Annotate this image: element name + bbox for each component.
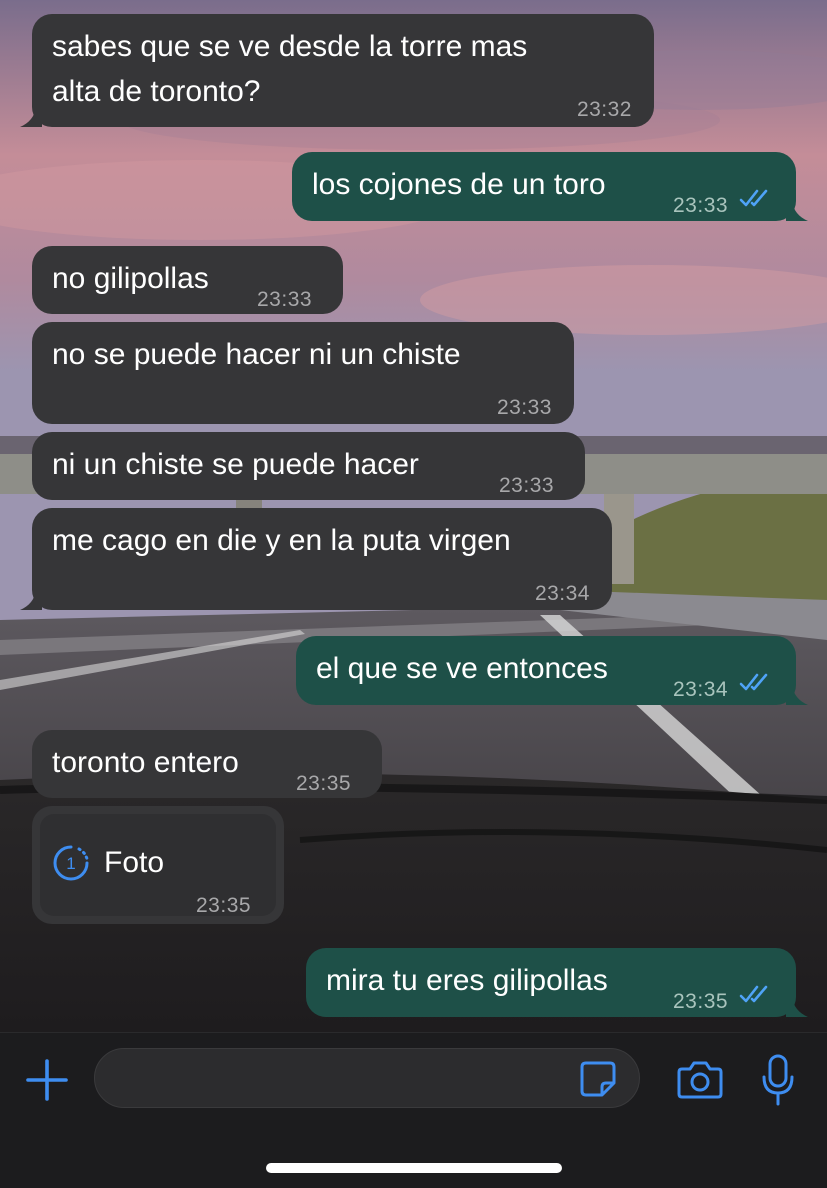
message-time: 23:33	[257, 288, 313, 311]
message-text: alta de toronto?	[52, 75, 261, 108]
view-once-badge: 1	[66, 854, 75, 873]
read-receipt-icon	[739, 985, 768, 1003]
message-text: los cojones de un toro	[312, 168, 606, 201]
message-text: sabes que se ve desde la torre mas	[52, 30, 528, 63]
message-time: 23:35	[196, 894, 252, 917]
message-text: toronto entero	[52, 746, 239, 779]
message-time: 23:33	[496, 396, 552, 419]
bubble-tail-icon	[20, 107, 42, 127]
message-input[interactable]	[94, 1048, 640, 1108]
view-once-icon: 1	[53, 845, 89, 881]
message-incoming[interactable]: me cago en die y en la puta virgen 23:34	[32, 508, 612, 610]
view-once-photo-card[interactable]: 1 Foto 23:35	[40, 814, 276, 917]
message-time: 23:33	[673, 194, 729, 217]
message-text: el que se ve entonces	[316, 652, 608, 685]
bubble-tail-icon	[786, 685, 808, 705]
message-incoming[interactable]: no gilipollas 23:33	[32, 246, 343, 314]
message-text: me cago en die y en la puta virgen	[52, 524, 511, 557]
message-incoming[interactable]: no se puede hacer ni un chiste 23:33	[32, 322, 574, 424]
message-time: 23:34	[673, 678, 729, 701]
message-time: 23:35	[673, 990, 729, 1013]
message-time: 23:34	[534, 582, 590, 605]
message-time: 23:32	[576, 98, 632, 121]
message-outgoing[interactable]: el que se ve entonces 23:34	[296, 636, 796, 705]
message-outgoing[interactable]: mira tu eres gilipollas 23:35	[306, 948, 796, 1017]
message-text: mira tu eres gilipollas	[326, 964, 608, 997]
sticker-icon[interactable]	[578, 1059, 618, 1099]
read-receipt-icon	[739, 673, 768, 691]
bubble-tail-icon	[786, 201, 808, 221]
plus-icon[interactable]	[24, 1057, 70, 1103]
message-outgoing[interactable]: los cojones de un toro 23:33	[292, 152, 796, 221]
message-text: no se puede hacer ni un chiste	[52, 338, 461, 371]
message-composer-bar	[0, 1032, 827, 1188]
message-time: 23:35	[296, 772, 352, 795]
read-receipt-icon	[739, 189, 768, 207]
home-indicator[interactable]	[266, 1163, 562, 1173]
message-view-once-photo[interactable]: 1 Foto 23:35	[32, 806, 284, 924]
message-text: no gilipollas	[52, 262, 209, 295]
message-incoming[interactable]: sabes que se ve desde la torre mas alta …	[32, 14, 654, 127]
message-incoming[interactable]: ni un chiste se puede hacer 23:33	[32, 432, 585, 500]
message-text: ni un chiste se puede hacer	[52, 448, 419, 481]
photo-label: Foto	[104, 846, 165, 879]
message-time: 23:33	[499, 474, 555, 497]
camera-icon[interactable]	[676, 1057, 724, 1101]
chat-thread: sabes que se ve desde la torre mas alta …	[0, 0, 827, 1032]
bubble-tail-icon	[786, 997, 808, 1017]
message-incoming[interactable]: toronto entero 23:35	[32, 730, 382, 798]
microphone-icon[interactable]	[760, 1053, 796, 1107]
bubble-tail-icon	[20, 590, 42, 610]
